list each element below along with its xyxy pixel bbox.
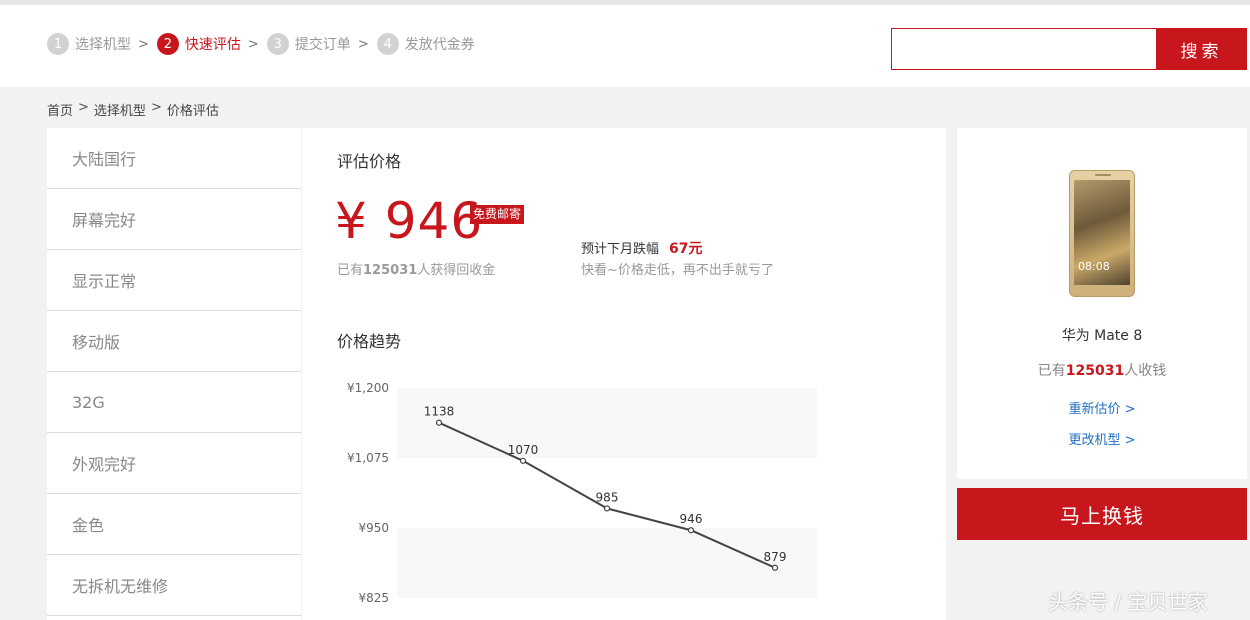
watermark: 头条号 / 宝贝世家 — [1048, 590, 1208, 614]
owner-count-suffix: 人收钱 — [1124, 363, 1167, 379]
data-point — [687, 527, 695, 534]
recycle-count-prefix: 已有 — [337, 263, 364, 278]
attribute-item-repair: 无拆机无维修 — [47, 555, 301, 616]
phone-speaker — [1095, 174, 1111, 176]
attribute-item-storage: 32G — [47, 372, 301, 433]
step-number: 3 — [266, 33, 289, 55]
data-point — [771, 564, 779, 571]
step-issue-voucher[interactable]: 4 发放代金券 — [376, 33, 475, 55]
owner-count-prefix: 已有 — [1037, 363, 1066, 379]
price-trend-chart: ¥1,200 ¥1,075 ¥950 ¥825 1138 1070 985 946 879 — [347, 381, 817, 605]
step-label: 选择机型 — [75, 37, 131, 53]
change-model-link[interactable]: 更改机型 > — [957, 429, 1247, 448]
data-point — [603, 505, 611, 512]
y-tick-label: ¥1,200 — [347, 381, 389, 395]
progress-steps: 1 选择机型 > 2 快速评估 > 3 提交订单 > 4 发放代金券 — [47, 33, 475, 55]
data-label: 1070 — [508, 443, 539, 457]
step-label: 提交订单 — [294, 37, 351, 53]
y-tick-label: ¥950 — [358, 521, 389, 535]
step-quick-evaluate[interactable]: 2 快速评估 > — [156, 33, 267, 55]
chart-grid-band — [397, 528, 817, 598]
breadcrumb-current: 价格评估 — [166, 104, 219, 119]
evaluation-panel: 评估价格 ¥ 946 免费邮寄 已有125031人获得回收金 预计下月跌幅 67元… — [302, 128, 946, 620]
y-tick-label: ¥1,075 — [347, 451, 389, 465]
step-label: 快速评估 — [184, 37, 241, 53]
product-card: 08:08 华为 Mate 8 已有125031人收钱 重新估价 > 更改机型 … — [957, 128, 1247, 479]
evaluated-price: ¥ 946 — [335, 192, 484, 250]
attribute-item-region: 大陆国行 — [47, 128, 301, 189]
step-label: 发放代金券 — [404, 37, 475, 53]
evaluation-title: 评估价格 — [337, 152, 402, 171]
owner-count-number: 125031 — [1065, 363, 1125, 379]
recycle-count: 已有125031人获得回收金 — [337, 259, 495, 278]
breadcrumb-separator: > — [78, 100, 89, 115]
attribute-item-appearance: 外观完好 — [47, 433, 301, 494]
trend-title: 价格趋势 — [337, 332, 402, 351]
data-point — [519, 457, 527, 464]
forecast-note: 快看~价格走低，再不出手就亏了 — [581, 263, 774, 278]
attribute-item-display: 显示正常 — [47, 250, 301, 311]
step-separator: > — [357, 36, 369, 52]
header: 1 选择机型 > 2 快速评估 > 3 提交订单 > 4 发放代金券 搜索 — [0, 5, 1250, 87]
data-label: 879 — [764, 550, 787, 564]
attribute-item-carrier: 移动版 — [47, 311, 301, 372]
model-name: 华为 Mate 8 — [1061, 328, 1143, 344]
step-number: 4 — [376, 33, 399, 55]
attribute-item-screen: 屏幕完好 — [47, 189, 301, 250]
data-label: 1138 — [424, 405, 455, 419]
attribute-item-color: 金色 — [47, 494, 301, 555]
step-number: 1 — [47, 33, 69, 55]
y-tick-label: ¥825 — [358, 591, 389, 605]
breadcrumb-separator: > — [150, 100, 162, 115]
phone-screen: 08:08 — [1074, 180, 1130, 285]
step-submit-order[interactable]: 3 提交订单 > — [266, 33, 377, 55]
data-label: 985 — [596, 490, 619, 504]
forecast-amount: 67元 — [669, 241, 703, 257]
step-separator: > — [138, 36, 149, 52]
breadcrumb-select-model[interactable]: 选择机型 — [94, 100, 146, 119]
search-input[interactable] — [891, 28, 1157, 70]
forecast-label: 预计下月跌幅 — [581, 242, 660, 257]
phone-clock: 08:08 — [1078, 260, 1110, 273]
cash-out-button[interactable]: 马上换钱 — [957, 488, 1247, 540]
recycle-count-suffix: 人获得回收金 — [417, 263, 496, 278]
recycle-count-number: 125031 — [363, 263, 418, 278]
forecast-drop: 预计下月跌幅 67元 — [581, 238, 703, 258]
step-number: 2 — [156, 33, 179, 55]
search-button[interactable]: 搜索 — [1156, 28, 1247, 70]
phone-image: 08:08 — [1069, 170, 1135, 297]
reestimate-link[interactable]: 重新估价 > — [957, 398, 1247, 417]
chart-grid-band — [397, 388, 817, 458]
attribute-list: 大陆国行 屏幕完好 显示正常 移动版 32G 外观完好 金色 无拆机无维修 — [47, 128, 301, 620]
free-shipping-badge: 免费邮寄 — [470, 205, 525, 224]
step-separator: > — [247, 36, 259, 52]
breadcrumb: 首页 > 选择机型 > 价格评估 — [47, 100, 219, 119]
step-select-model[interactable]: 1 选择机型 > — [47, 33, 157, 55]
breadcrumb-home[interactable]: 首页 — [47, 100, 73, 119]
data-label: 946 — [680, 512, 703, 526]
model-owner-count: 已有125031人收钱 — [957, 360, 1247, 380]
data-point — [435, 419, 443, 426]
